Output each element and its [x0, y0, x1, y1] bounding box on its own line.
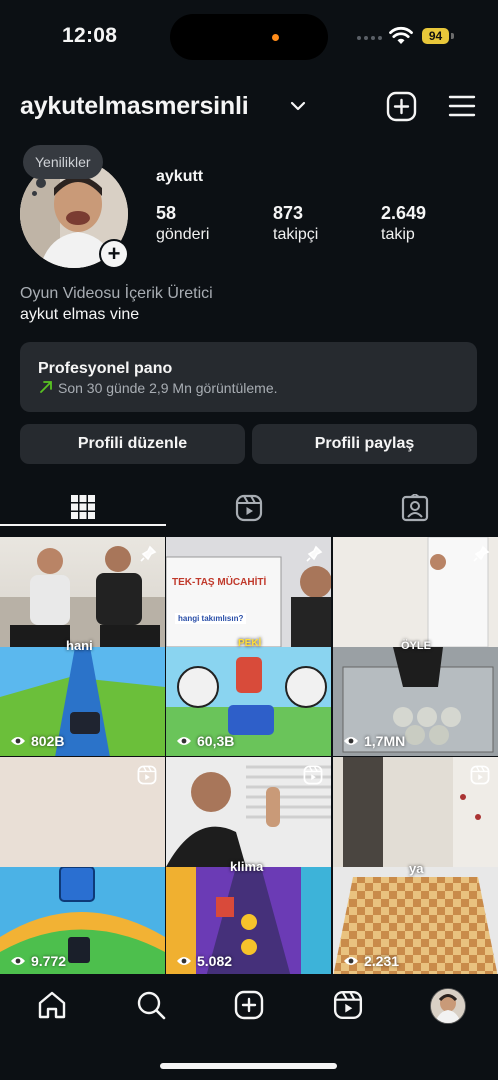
eye-icon: [11, 737, 25, 745]
create-post-icon[interactable]: [386, 91, 417, 122]
dashboard-subtitle: Son 30 günde 2,9 Mn görüntüleme.: [58, 380, 278, 396]
menu-icon[interactable]: [448, 94, 476, 118]
reels-nav-icon[interactable]: [333, 990, 363, 1020]
create-icon[interactable]: [234, 990, 264, 1020]
eye-icon: [11, 957, 25, 965]
view-count: 1,7MN: [343, 733, 405, 749]
eye-icon: [177, 737, 191, 745]
dashboard-title: Profesyonel pano: [38, 360, 173, 377]
whiteboard-text: TEK-TAŞ MÜCAHİTİ: [172, 577, 267, 588]
avatar-photo: [431, 989, 465, 1023]
pin-icon: [306, 545, 323, 562]
post-caption: PEKİ: [238, 638, 262, 649]
grid-post[interactable]: ÖYLE 1,7MN: [333, 537, 498, 756]
dynamic-island: [170, 14, 328, 60]
grid-post[interactable]: klima 5.082: [166, 757, 331, 976]
eye-icon: [344, 957, 358, 965]
edit-profile-button[interactable]: Profili düzenle: [20, 424, 245, 464]
view-count: 60,3B: [176, 733, 234, 749]
plus-icon: +: [101, 241, 127, 267]
view-count: 9.772: [10, 953, 66, 969]
view-count-value: 1,7MN: [364, 733, 406, 749]
post-caption: ÖYLE: [401, 640, 431, 652]
active-tab-indicator: [0, 524, 166, 526]
profile-avatar[interactable]: [430, 988, 466, 1024]
view-count: 2.231: [343, 953, 399, 969]
view-count: 5.082: [176, 953, 232, 969]
profile-bio: aykut elmas vine: [20, 306, 140, 323]
post-caption: klima: [230, 859, 264, 874]
followers-label[interactable]: takipçi: [273, 226, 318, 244]
grid-icon[interactable]: [70, 494, 96, 520]
view-count-value: 802B: [31, 733, 65, 749]
reels-icon[interactable]: [235, 494, 263, 522]
note-bubble-tail: [36, 178, 46, 188]
profile-username[interactable]: aykutelmasmersinli: [20, 92, 249, 121]
profile-category: Oyun Videosu İçerik Üretici: [20, 285, 213, 302]
share-profile-button[interactable]: Profili paylaş: [252, 424, 477, 464]
add-story-button[interactable]: +: [99, 239, 129, 269]
home-indicator: [160, 1063, 337, 1069]
battery-tip: [451, 33, 454, 39]
reels-icon: [470, 765, 490, 785]
profile-note[interactable]: Yenilikler: [23, 145, 103, 179]
post-caption: hani: [66, 638, 93, 653]
search-icon[interactable]: [136, 990, 166, 1020]
grid-post[interactable]: hani 802B: [0, 537, 165, 756]
home-icon[interactable]: [37, 990, 67, 1020]
post-sticker: hangi takımlısın?: [175, 613, 247, 624]
display-name: aykutt: [156, 168, 204, 185]
eye-icon: [344, 737, 358, 745]
view-count-value: 5.082: [197, 953, 233, 969]
chevron-down-icon[interactable]: [290, 100, 306, 112]
reels-icon: [303, 765, 323, 785]
cellular-signal-icon: [357, 36, 382, 40]
followers-count[interactable]: 873: [273, 203, 303, 224]
eye-icon: [177, 957, 191, 965]
status-time: 12:08: [62, 24, 118, 47]
following-count[interactable]: 2.649: [381, 203, 426, 224]
view-count: 802B: [10, 733, 64, 749]
following-label[interactable]: takip: [381, 226, 415, 244]
posts-count[interactable]: 58: [156, 203, 176, 224]
view-count-value: 9.772: [31, 953, 67, 969]
tagged-icon[interactable]: [401, 494, 429, 522]
grid-post[interactable]: 9.772: [0, 757, 165, 976]
battery-icon: 94: [422, 28, 449, 44]
post-caption: ya: [409, 861, 424, 876]
note-bubble-tail: [32, 191, 37, 196]
recording-indicator-icon: [272, 34, 279, 41]
view-count-value: 2.231: [364, 953, 400, 969]
view-count-value: 60,3B: [197, 733, 235, 749]
posts-label[interactable]: gönderi: [156, 226, 209, 244]
grid-post[interactable]: TEK-TAŞ MÜCAHİTİ hangi takımlısın? PEKİ …: [166, 537, 331, 756]
reels-icon: [137, 765, 157, 785]
trend-up-arrow-icon: [40, 381, 52, 393]
wifi-icon: [389, 26, 413, 44]
pin-icon: [140, 545, 157, 562]
pin-icon: [473, 545, 490, 562]
grid-post[interactable]: ya 2.231: [333, 757, 498, 976]
